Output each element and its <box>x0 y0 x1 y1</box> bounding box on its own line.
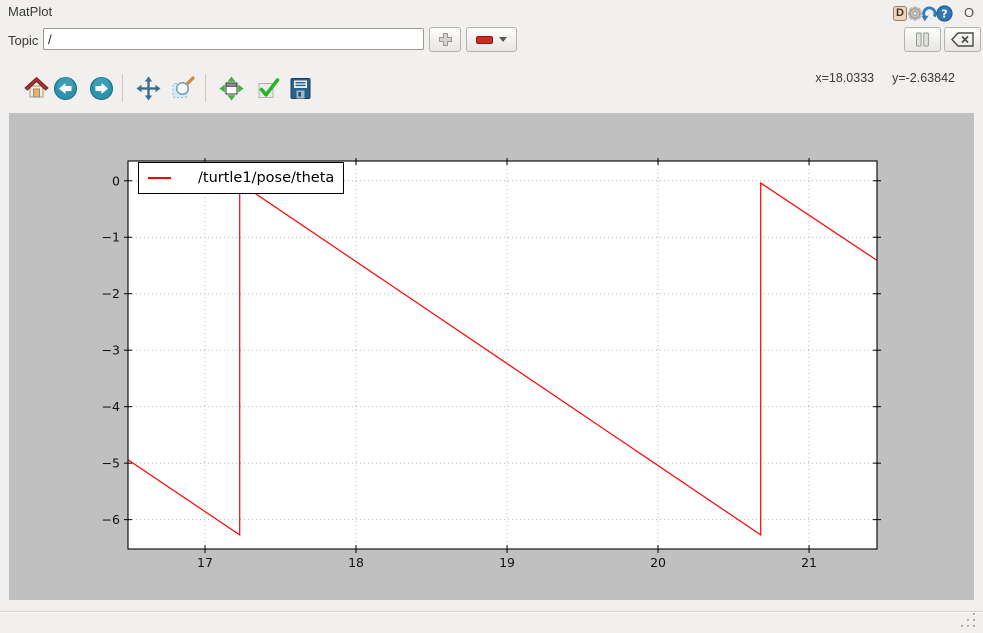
zoom-rect-button[interactable] <box>171 76 196 101</box>
svg-text:19: 19 <box>499 555 515 570</box>
matplot-window: { "window": { "title": "MatPlot" }, "tit… <box>0 0 983 633</box>
dropdown-arrow-icon <box>499 37 507 42</box>
cursor-coordinates: x=18.0333 y=-2.63842 <box>815 71 955 85</box>
forward-button[interactable] <box>89 76 114 101</box>
reload-icon[interactable] <box>921 5 937 22</box>
configure-subplots-button[interactable] <box>219 76 244 101</box>
svg-text:21: 21 <box>801 555 817 570</box>
customize-button[interactable] <box>256 76 281 101</box>
coord-y: y=-2.63842 <box>892 71 955 85</box>
close-circle-icon[interactable]: O <box>964 5 974 20</box>
add-topic-button[interactable] <box>429 27 461 52</box>
home-button[interactable] <box>24 76 49 101</box>
status-bar-divider-highlight <box>0 612 983 613</box>
minus-icon <box>476 35 493 44</box>
resize-grip[interactable] <box>958 611 980 631</box>
window-title: MatPlot <box>8 4 53 19</box>
help-icon[interactable]: ? <box>936 5 953 22</box>
remove-topic-button[interactable] <box>466 27 517 52</box>
svg-text:−3: −3 <box>102 343 120 358</box>
legend-line-sample <box>148 177 171 179</box>
toolbar-separator <box>205 74 206 102</box>
toolbar-separator <box>122 74 123 102</box>
svg-text:−1: −1 <box>102 230 120 245</box>
back-button[interactable] <box>53 76 78 101</box>
figure-canvas: 17 18 19 20 21 0 −1 −2 −3 −4 −5 −6 /turtle1/pose/th… <box>9 113 974 600</box>
pause-button[interactable] <box>904 27 941 52</box>
topic-input[interactable] <box>43 28 424 50</box>
svg-text:18: 18 <box>348 555 364 570</box>
svg-text:−5: −5 <box>102 456 120 471</box>
coord-x: x=18.0333 <box>815 71 875 85</box>
plus-icon <box>438 33 452 46</box>
clear-button[interactable] <box>944 27 981 52</box>
dock-d-icon[interactable]: D <box>893 6 907 21</box>
legend: /turtle1/pose/theta <box>138 162 345 194</box>
svg-text:−6: −6 <box>102 512 120 527</box>
svg-text:?: ? <box>941 7 947 20</box>
svg-text:20: 20 <box>650 555 666 570</box>
pause-icon <box>916 32 929 47</box>
svg-text:−2: −2 <box>102 286 120 301</box>
save-button[interactable] <box>288 76 313 101</box>
svg-text:17: 17 <box>197 555 213 570</box>
svg-text:0: 0 <box>112 173 120 188</box>
backspace-clear-icon <box>951 32 974 47</box>
legend-label: /turtle1/pose/theta <box>198 170 335 186</box>
svg-text:−4: −4 <box>102 399 120 414</box>
topic-label: Topic <box>8 33 39 48</box>
pan-button[interactable] <box>136 76 161 101</box>
